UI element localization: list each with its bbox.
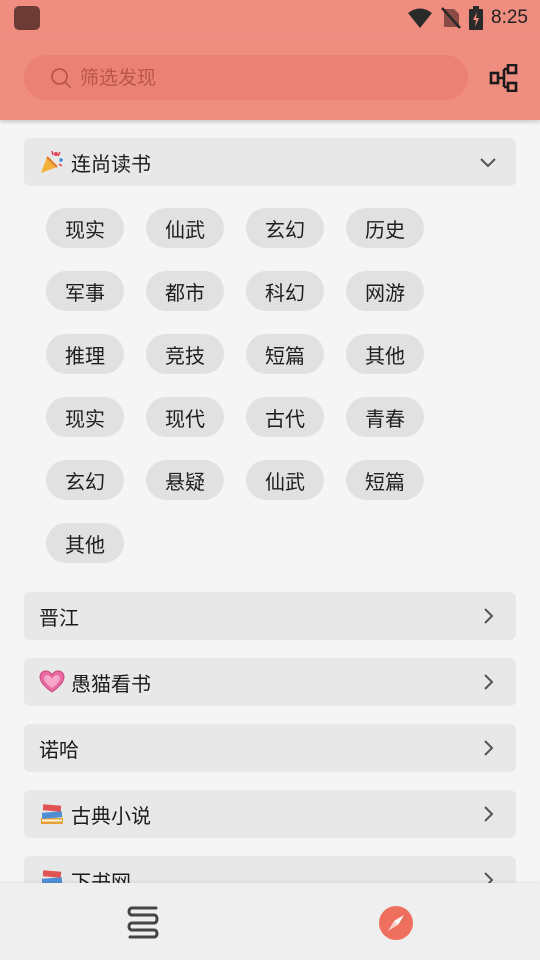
tag-grid: 现实 仙武 玄幻 历史 军事 都市 科幻 网游 推理 竞技 短篇 其他 现实 现… bbox=[46, 208, 466, 563]
group-header-lianshang[interactable]: 连尚读书 bbox=[24, 138, 516, 186]
wifi-icon bbox=[408, 8, 433, 28]
tree-structure-icon bbox=[489, 64, 518, 92]
nav-discover[interactable] bbox=[378, 905, 414, 941]
books-icon bbox=[39, 867, 65, 883]
nav-bookshelf[interactable] bbox=[124, 903, 162, 941]
tag-chip[interactable]: 悬疑 bbox=[146, 460, 224, 500]
party-popper-icon bbox=[39, 149, 65, 175]
tag-chip[interactable]: 其他 bbox=[46, 523, 124, 563]
tag-chip[interactable]: 古代 bbox=[246, 397, 324, 437]
top-app-bar bbox=[0, 36, 540, 120]
tag-chip[interactable]: 网游 bbox=[346, 271, 424, 311]
group-title: 愚猫看书 bbox=[71, 671, 151, 696]
tag-chip[interactable]: 现实 bbox=[46, 208, 124, 248]
group-title: 下书网 bbox=[71, 869, 131, 884]
group-header-xiashu[interactable]: 下书网 bbox=[24, 856, 516, 883]
tag-chip[interactable]: 青春 bbox=[346, 397, 424, 437]
tag-chip[interactable]: 历史 bbox=[346, 208, 424, 248]
bookshelf-icon bbox=[127, 906, 159, 939]
group-menu-button[interactable] bbox=[486, 62, 522, 94]
tag-chip[interactable]: 短篇 bbox=[346, 460, 424, 500]
chevron-right-icon bbox=[484, 872, 494, 883]
chevron-right-icon bbox=[484, 806, 494, 822]
status-bar: 8:25 bbox=[0, 0, 540, 36]
compass-icon bbox=[379, 906, 413, 940]
search-box[interactable] bbox=[24, 55, 468, 100]
tag-chip[interactable]: 推理 bbox=[46, 334, 124, 374]
tag-chip[interactable]: 都市 bbox=[146, 271, 224, 311]
tag-chip[interactable]: 竞技 bbox=[146, 334, 224, 374]
tag-chip[interactable]: 其他 bbox=[346, 334, 424, 374]
search-input[interactable] bbox=[80, 66, 460, 89]
tag-chip[interactable]: 玄幻 bbox=[246, 208, 324, 248]
status-time: 8:25 bbox=[491, 7, 528, 28]
group-header-classic-novels[interactable]: 古典小说 bbox=[24, 790, 516, 838]
battery-charging-icon bbox=[469, 6, 484, 30]
tag-chip[interactable]: 现实 bbox=[46, 397, 124, 437]
tag-chip[interactable]: 玄幻 bbox=[46, 460, 124, 500]
tag-chip[interactable]: 短篇 bbox=[246, 334, 324, 374]
no-sim-icon bbox=[441, 7, 461, 29]
tag-chip[interactable]: 现代 bbox=[146, 397, 224, 437]
group-header-jinjiang[interactable]: 晋江 bbox=[24, 592, 516, 640]
group-title: 晋江 bbox=[39, 605, 79, 630]
bottom-navigation bbox=[0, 883, 540, 960]
tag-chip[interactable]: 仙武 bbox=[146, 208, 224, 248]
group-title: 古典小说 bbox=[71, 803, 151, 828]
tag-chip[interactable]: 军事 bbox=[46, 271, 124, 311]
chevron-down-icon bbox=[480, 158, 496, 168]
group-header-nuoha[interactable]: 诺哈 bbox=[24, 724, 516, 772]
group-title: 连尚读书 bbox=[71, 151, 151, 176]
chevron-right-icon bbox=[484, 674, 494, 690]
tag-chip[interactable]: 仙武 bbox=[246, 460, 324, 500]
group-title: 诺哈 bbox=[39, 737, 79, 762]
pink-heart-icon bbox=[39, 669, 65, 695]
books-icon bbox=[39, 801, 65, 827]
tag-chip[interactable]: 科幻 bbox=[246, 271, 324, 311]
group-header-yumao[interactable]: 愚猫看书 bbox=[24, 658, 516, 706]
chevron-right-icon bbox=[484, 740, 494, 756]
search-icon bbox=[51, 67, 71, 88]
chevron-right-icon bbox=[484, 608, 494, 624]
app-notification-icon bbox=[14, 6, 40, 30]
discover-list[interactable]: 连尚读书 现实 仙武 玄幻 历史 军事 都市 科幻 网游 推理 竞技 短篇 其他… bbox=[0, 120, 540, 883]
